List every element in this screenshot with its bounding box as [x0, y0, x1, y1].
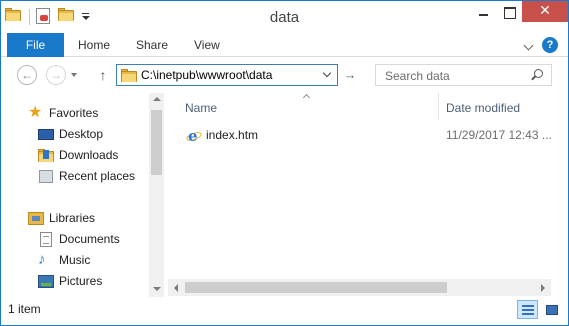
column-divider[interactable] — [438, 93, 439, 120]
star-icon: ★ — [28, 104, 43, 121]
file-name: index.htm — [206, 128, 259, 142]
address-folder-icon — [121, 69, 137, 82]
music-icon: ♪ — [38, 251, 46, 268]
horizontal-scrollbar[interactable] — [168, 279, 551, 296]
sidebar-item-label: Desktop — [59, 127, 104, 141]
scroll-right-arrow-icon[interactable] — [541, 284, 545, 292]
navigation-pane-scrollbar[interactable] — [149, 93, 164, 297]
maximize-button[interactable] — [496, 1, 522, 22]
minimize-button[interactable] — [470, 1, 496, 22]
sidebar-item-label: Libraries — [49, 211, 96, 225]
large-icons-view-button[interactable] — [541, 300, 562, 319]
details-view-icon — [522, 305, 534, 315]
address-path[interactable]: C:\inetpub\wwwroot\data — [141, 68, 272, 82]
status-bar: 1 item — [1, 297, 568, 325]
scrollbar-thumb[interactable] — [151, 110, 162, 175]
column-header-date-modified[interactable]: Date modified — [446, 98, 520, 118]
close-button[interactable]: ✕ — [522, 1, 568, 22]
documents-icon — [38, 231, 54, 247]
search-placeholder: Search data — [385, 69, 450, 83]
sidebar-item-label: Pictures — [59, 274, 103, 288]
up-button[interactable]: ↑ — [96, 67, 110, 83]
scroll-up-arrow-icon[interactable] — [153, 97, 161, 101]
tab-file[interactable]: File — [7, 33, 64, 57]
file-date-modified: 11/29/2017 12:43 ... — [446, 128, 552, 142]
sidebar-item-label: Recent places — [59, 169, 136, 183]
pictures-icon — [38, 273, 54, 289]
tab-home[interactable]: Home — [78, 33, 110, 57]
navigation-bar: ← → ↑ C:\inetpub\wwwroot\data → Search d… — [1, 58, 568, 92]
address-dropdown-icon[interactable] — [324, 70, 332, 78]
file-row[interactable]: e index.htm 11/29/2017 12:43 ... — [180, 126, 560, 146]
downloads-icon — [38, 147, 54, 163]
scrollbar-thumb[interactable] — [185, 282, 447, 293]
scroll-down-arrow-icon[interactable] — [153, 287, 161, 291]
forward-button[interactable]: → — [46, 65, 66, 85]
navigation-pane: ★ Favorites Desktop Downloads Recent pla… — [1, 93, 164, 297]
go-button[interactable]: → — [342, 67, 358, 83]
scroll-left-arrow-icon[interactable] — [174, 284, 178, 292]
address-bar[interactable]: C:\inetpub\wwwroot\data — [116, 64, 338, 86]
recent-places-icon — [38, 168, 54, 184]
desktop-icon — [38, 126, 54, 142]
sidebar-item-label: Favorites — [49, 106, 99, 120]
ribbon-tabs: File Home Share View ? — [1, 33, 568, 57]
search-icon[interactable] — [531, 69, 543, 81]
libraries-icon — [28, 210, 44, 226]
details-view-button[interactable] — [517, 300, 538, 319]
title-bar: data ✕ — [1, 1, 568, 33]
sidebar-item-label: Downloads — [59, 148, 119, 162]
caption-buttons: ✕ — [470, 1, 568, 22]
sort-ascending-indicator-icon — [303, 93, 311, 99]
tab-share[interactable]: Share — [136, 33, 168, 57]
large-icons-view-icon — [546, 305, 558, 315]
ie-document-icon: e — [185, 128, 203, 144]
file-list-pane: Name Date modified e index.htm 11/29/201… — [168, 93, 568, 297]
back-button[interactable]: ← — [17, 65, 37, 85]
help-button[interactable]: ? — [542, 37, 558, 53]
search-input[interactable]: Search data — [375, 64, 552, 86]
expand-ribbon-chevron-icon[interactable] — [524, 41, 534, 49]
column-header-name[interactable]: Name — [185, 98, 217, 118]
item-count: 1 item — [8, 302, 41, 316]
explorer-window: data ✕ File Home Share View ? ← → ↑ C:\i… — [0, 0, 569, 326]
sidebar-item-label: Music — [59, 253, 91, 267]
tab-view[interactable]: View — [194, 33, 220, 57]
recent-locations-dropdown-icon[interactable] — [71, 73, 77, 77]
sidebar-item-label: Documents — [59, 232, 120, 246]
